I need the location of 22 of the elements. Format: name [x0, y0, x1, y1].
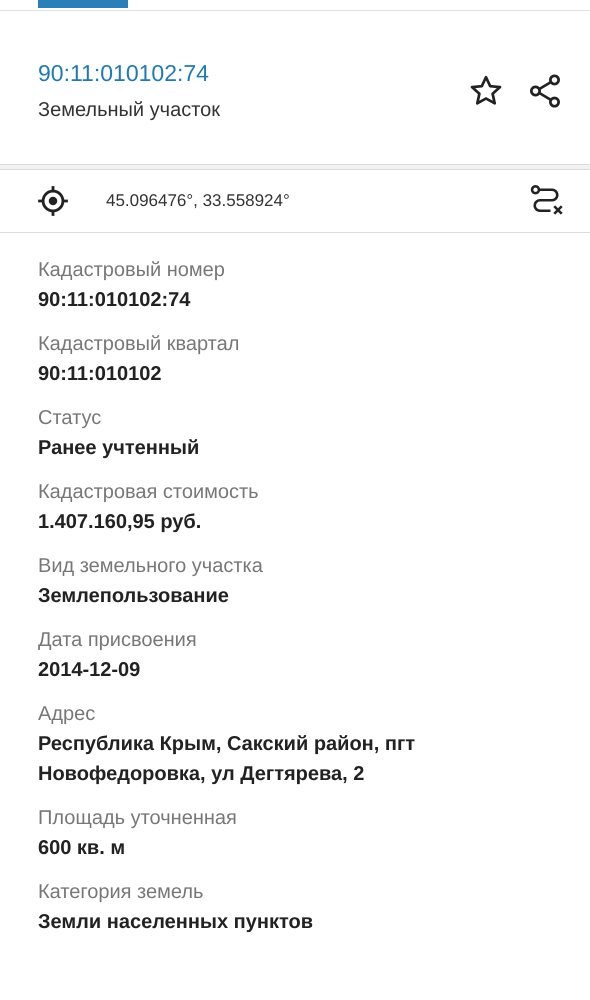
object-type-text: Земельный участок: [38, 98, 220, 122]
coordinates-text: 45.096476°, 33.558924°: [106, 191, 291, 211]
field-value: 1.407.160,95 руб.: [38, 510, 202, 535]
field-label: Кадастровый квартал: [38, 332, 240, 357]
field-label: Дата присвоения: [38, 628, 198, 653]
field-value: 600 кв. м: [38, 836, 126, 861]
field-label: Площадь уточненная: [38, 806, 238, 831]
field-label: Статус: [38, 406, 102, 431]
field-label: Кадастровый номер: [38, 258, 226, 283]
field-value: Земли населенных пунктов: [38, 910, 314, 935]
field-value: Ранее учтенный: [38, 436, 200, 461]
cadastral-number-title: 90:11:010102:74: [38, 60, 210, 86]
field-value: 2014-12-09: [38, 658, 142, 683]
field-label: Вид земельного участка: [38, 554, 264, 579]
location-target-icon[interactable]: [36, 184, 70, 218]
field-label: Кадастровая стоимость: [38, 480, 260, 505]
field-label: Адрес: [38, 702, 96, 727]
field-value: 90:11:010102: [38, 362, 162, 387]
field-value: Землепользование: [38, 584, 230, 609]
field-label: Категория земель: [38, 880, 204, 905]
field-value: Республика Крым, Сакский район, пгт Новофедоровка, ул Дегтярева, 2: [38, 732, 416, 787]
field-value: 90:11:010102:74: [38, 288, 192, 313]
